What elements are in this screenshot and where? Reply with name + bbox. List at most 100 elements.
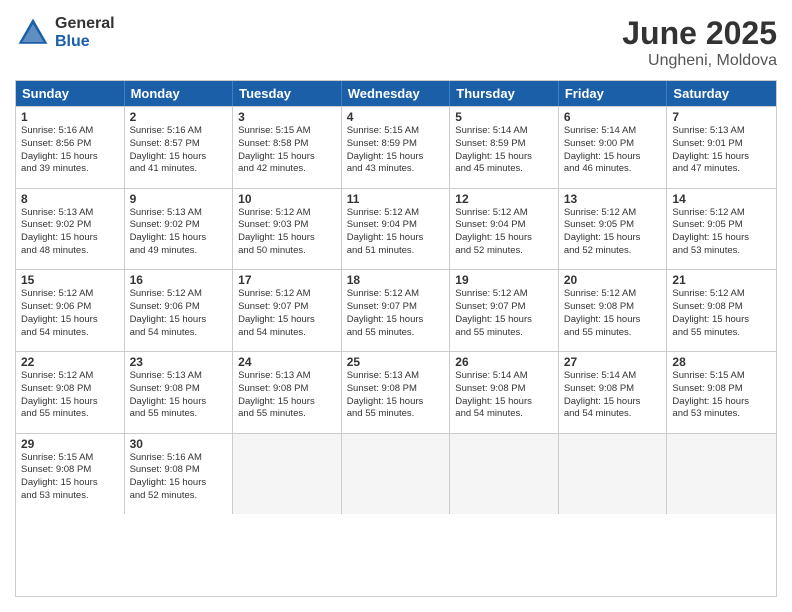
calendar-cell: 22Sunrise: 5:12 AMSunset: 9:08 PMDayligh… xyxy=(16,352,125,433)
sunset-time: Sunset: 9:08 PM xyxy=(130,383,228,396)
sunrise-time: Sunrise: 5:12 AM xyxy=(347,288,445,301)
calendar-cell: 29Sunrise: 5:15 AMSunset: 9:08 PMDayligh… xyxy=(16,434,125,515)
calendar-cell: 14Sunrise: 5:12 AMSunset: 9:05 PMDayligh… xyxy=(667,189,776,270)
sunrise-time: Sunrise: 5:15 AM xyxy=(21,452,119,465)
daylight-hours-line2: and 52 minutes. xyxy=(130,490,228,503)
calendar-cell: 7Sunrise: 5:13 AMSunset: 9:01 PMDaylight… xyxy=(667,107,776,188)
daylight-hours-line1: Daylight: 15 hours xyxy=(347,232,445,245)
sunset-time: Sunset: 9:05 PM xyxy=(564,219,662,232)
calendar-cell: 11Sunrise: 5:12 AMSunset: 9:04 PMDayligh… xyxy=(342,189,451,270)
daylight-hours-line1: Daylight: 15 hours xyxy=(130,232,228,245)
daylight-hours-line1: Daylight: 15 hours xyxy=(238,396,336,409)
sunrise-time: Sunrise: 5:12 AM xyxy=(672,288,771,301)
header-tuesday: Tuesday xyxy=(233,81,342,106)
daylight-hours-line2: and 54 minutes. xyxy=(564,408,662,421)
calendar-cell: 24Sunrise: 5:13 AMSunset: 9:08 PMDayligh… xyxy=(233,352,342,433)
calendar-cell: 21Sunrise: 5:12 AMSunset: 9:08 PMDayligh… xyxy=(667,270,776,351)
sunrise-time: Sunrise: 5:12 AM xyxy=(347,207,445,220)
daylight-hours-line1: Daylight: 15 hours xyxy=(21,314,119,327)
sunset-time: Sunset: 9:01 PM xyxy=(672,138,771,151)
calendar-cell: 27Sunrise: 5:14 AMSunset: 9:08 PMDayligh… xyxy=(559,352,668,433)
sunrise-time: Sunrise: 5:12 AM xyxy=(21,288,119,301)
day-number: 7 xyxy=(672,110,771,124)
daylight-hours-line1: Daylight: 15 hours xyxy=(347,151,445,164)
calendar-week-2: 8Sunrise: 5:13 AMSunset: 9:02 PMDaylight… xyxy=(16,188,776,270)
daylight-hours-line2: and 54 minutes. xyxy=(130,327,228,340)
sunrise-time: Sunrise: 5:15 AM xyxy=(672,370,771,383)
header-saturday: Saturday xyxy=(667,81,776,106)
calendar-week-4: 22Sunrise: 5:12 AMSunset: 9:08 PMDayligh… xyxy=(16,351,776,433)
sunset-time: Sunset: 9:02 PM xyxy=(130,219,228,232)
calendar-cell: 17Sunrise: 5:12 AMSunset: 9:07 PMDayligh… xyxy=(233,270,342,351)
daylight-hours-line1: Daylight: 15 hours xyxy=(130,151,228,164)
daylight-hours-line1: Daylight: 15 hours xyxy=(130,477,228,490)
calendar-cell: 13Sunrise: 5:12 AMSunset: 9:05 PMDayligh… xyxy=(559,189,668,270)
day-number: 21 xyxy=(672,273,771,287)
calendar-cell: 25Sunrise: 5:13 AMSunset: 9:08 PMDayligh… xyxy=(342,352,451,433)
sunset-time: Sunset: 8:56 PM xyxy=(21,138,119,151)
day-number: 24 xyxy=(238,355,336,369)
sunset-time: Sunset: 9:08 PM xyxy=(672,301,771,314)
day-number: 10 xyxy=(238,192,336,206)
sunset-time: Sunset: 9:00 PM xyxy=(564,138,662,151)
calendar-week-3: 15Sunrise: 5:12 AMSunset: 9:06 PMDayligh… xyxy=(16,269,776,351)
sunset-time: Sunset: 9:08 PM xyxy=(21,383,119,396)
day-number: 25 xyxy=(347,355,445,369)
daylight-hours-line2: and 55 minutes. xyxy=(130,408,228,421)
month-title: June 2025 xyxy=(622,15,777,52)
day-number: 30 xyxy=(130,437,228,451)
calendar-cell: 6Sunrise: 5:14 AMSunset: 9:00 PMDaylight… xyxy=(559,107,668,188)
daylight-hours-line1: Daylight: 15 hours xyxy=(672,314,771,327)
sunrise-time: Sunrise: 5:13 AM xyxy=(347,370,445,383)
day-number: 26 xyxy=(455,355,553,369)
sunset-time: Sunset: 8:57 PM xyxy=(130,138,228,151)
daylight-hours-line2: and 39 minutes. xyxy=(21,163,119,176)
sunset-time: Sunset: 9:05 PM xyxy=(672,219,771,232)
day-number: 6 xyxy=(564,110,662,124)
daylight-hours-line1: Daylight: 15 hours xyxy=(347,396,445,409)
sunset-time: Sunset: 9:04 PM xyxy=(455,219,553,232)
calendar-cell: 1Sunrise: 5:16 AMSunset: 8:56 PMDaylight… xyxy=(16,107,125,188)
calendar-cell: 26Sunrise: 5:14 AMSunset: 9:08 PMDayligh… xyxy=(450,352,559,433)
calendar: Sunday Monday Tuesday Wednesday Thursday… xyxy=(15,80,777,597)
calendar-body: 1Sunrise: 5:16 AMSunset: 8:56 PMDaylight… xyxy=(16,106,776,596)
calendar-cell: 12Sunrise: 5:12 AMSunset: 9:04 PMDayligh… xyxy=(450,189,559,270)
daylight-hours-line2: and 48 minutes. xyxy=(21,245,119,258)
sunset-time: Sunset: 9:08 PM xyxy=(564,383,662,396)
daylight-hours-line1: Daylight: 15 hours xyxy=(672,396,771,409)
day-number: 29 xyxy=(21,437,119,451)
sunrise-time: Sunrise: 5:12 AM xyxy=(238,288,336,301)
daylight-hours-line1: Daylight: 15 hours xyxy=(672,232,771,245)
sunrise-time: Sunrise: 5:13 AM xyxy=(21,207,119,220)
daylight-hours-line1: Daylight: 15 hours xyxy=(455,151,553,164)
daylight-hours-line2: and 53 minutes. xyxy=(21,490,119,503)
daylight-hours-line2: and 55 minutes. xyxy=(455,327,553,340)
daylight-hours-line1: Daylight: 15 hours xyxy=(21,151,119,164)
sunrise-time: Sunrise: 5:12 AM xyxy=(672,207,771,220)
daylight-hours-line2: and 47 minutes. xyxy=(672,163,771,176)
daylight-hours-line2: and 52 minutes. xyxy=(564,245,662,258)
daylight-hours-line2: and 53 minutes. xyxy=(672,245,771,258)
header-thursday: Thursday xyxy=(450,81,559,106)
daylight-hours-line2: and 51 minutes. xyxy=(347,245,445,258)
sunrise-time: Sunrise: 5:14 AM xyxy=(564,125,662,138)
header: General Blue June 2025 Ungheni, Moldova xyxy=(15,15,777,70)
calendar-cell: 10Sunrise: 5:12 AMSunset: 9:03 PMDayligh… xyxy=(233,189,342,270)
logo-general: General xyxy=(55,15,115,33)
sunset-time: Sunset: 9:02 PM xyxy=(21,219,119,232)
daylight-hours-line1: Daylight: 15 hours xyxy=(347,314,445,327)
calendar-cell: 2Sunrise: 5:16 AMSunset: 8:57 PMDaylight… xyxy=(125,107,234,188)
logo-blue: Blue xyxy=(55,33,115,51)
daylight-hours-line1: Daylight: 15 hours xyxy=(564,396,662,409)
day-number: 27 xyxy=(564,355,662,369)
daylight-hours-line2: and 55 minutes. xyxy=(347,327,445,340)
sunrise-time: Sunrise: 5:13 AM xyxy=(672,125,771,138)
sunset-time: Sunset: 8:59 PM xyxy=(347,138,445,151)
sunrise-time: Sunrise: 5:14 AM xyxy=(455,125,553,138)
sunset-time: Sunset: 9:07 PM xyxy=(455,301,553,314)
daylight-hours-line2: and 50 minutes. xyxy=(238,245,336,258)
day-number: 9 xyxy=(130,192,228,206)
sunset-time: Sunset: 9:08 PM xyxy=(455,383,553,396)
sunrise-time: Sunrise: 5:15 AM xyxy=(238,125,336,138)
daylight-hours-line2: and 54 minutes. xyxy=(21,327,119,340)
